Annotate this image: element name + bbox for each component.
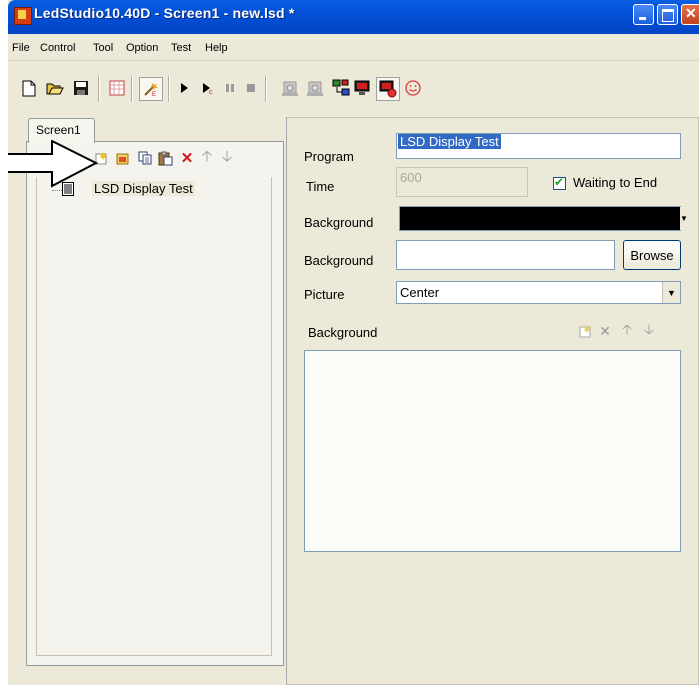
move-down-icon[interactable]: 🡣 xyxy=(219,148,235,166)
background-image-label: Background xyxy=(304,253,374,268)
copy-icon[interactable] xyxy=(137,150,153,166)
menu-option[interactable]: Option xyxy=(126,42,158,54)
smile-icon[interactable] xyxy=(404,79,422,97)
minimize-button[interactable] xyxy=(633,4,654,25)
waiting-to-end-checkbox[interactable] xyxy=(553,175,566,190)
stop-icon[interactable] xyxy=(242,79,260,97)
save-icon[interactable] xyxy=(72,79,90,97)
background-down-icon[interactable]: 🡣 xyxy=(642,321,656,338)
capture-alt-icon[interactable] xyxy=(307,79,325,97)
delete-background-icon[interactable]: ✕ xyxy=(598,323,612,339)
pointer-arrow-annotation xyxy=(8,140,99,188)
close-button[interactable] xyxy=(681,4,699,25)
new-file-icon[interactable] xyxy=(20,79,38,97)
delete-icon[interactable]: ✕ xyxy=(179,150,195,167)
program-label: Program xyxy=(304,149,354,164)
chevron-down-icon[interactable]: ▼ xyxy=(662,282,680,303)
picture-label: Picture xyxy=(304,287,345,302)
window-title: LedStudio10.40D - Screen1 - new.lsd * xyxy=(34,5,295,21)
title-bar[interactable]: LedStudio10.40D - Screen1 - new.lsd * xyxy=(8,0,699,34)
program-name-value: LSD Display Test xyxy=(398,134,501,149)
menu-bar: File Control Tool Option Test Help xyxy=(8,34,699,61)
grid-icon[interactable] xyxy=(108,79,126,97)
pause-icon[interactable] xyxy=(221,79,239,97)
step-play-icon[interactable]: c xyxy=(199,79,217,97)
open-folder-icon[interactable] xyxy=(46,79,64,97)
background-image-field[interactable] xyxy=(396,240,615,270)
waiting-to-end-label: Waiting to End xyxy=(573,175,658,190)
program-name-field[interactable]: LSD Display Test xyxy=(396,133,681,159)
background-color-label: Background xyxy=(304,215,374,230)
picture-mode-select[interactable]: Center ▼ xyxy=(396,281,681,304)
background-list[interactable] xyxy=(304,350,681,552)
screen-icon[interactable] xyxy=(354,79,372,97)
capture-icon[interactable] xyxy=(282,79,300,97)
paste-icon[interactable] xyxy=(157,150,173,166)
svg-text:E: E xyxy=(152,92,156,97)
picture-mode-value: Center xyxy=(400,285,440,300)
chevron-down-icon[interactable]: ▼ xyxy=(680,207,688,230)
edit-wand-icon[interactable]: E xyxy=(139,77,163,101)
toolbar: E c xyxy=(8,64,699,114)
tab-label: Screen1 xyxy=(36,123,81,137)
menu-help[interactable]: Help xyxy=(205,42,228,54)
background-up-icon[interactable]: 🡡 xyxy=(620,321,634,338)
background-list-label: Background xyxy=(308,325,378,340)
menu-control[interactable]: Control xyxy=(40,42,75,54)
menu-file[interactable]: File xyxy=(12,42,30,54)
new-window-icon[interactable] xyxy=(115,150,131,166)
app-window: LedStudio10.40D - Screen1 - new.lsd * Fi… xyxy=(8,0,699,685)
add-background-icon[interactable] xyxy=(578,324,592,338)
program-tree[interactable] xyxy=(36,177,272,656)
app-logo-icon xyxy=(14,7,32,25)
menu-test[interactable]: Test xyxy=(171,42,191,54)
maximize-button[interactable] xyxy=(657,4,678,25)
menu-tool[interactable]: Tool xyxy=(93,42,113,54)
network-icon[interactable] xyxy=(332,79,350,97)
time-field: 600 xyxy=(396,167,528,197)
play-icon[interactable] xyxy=(175,79,193,97)
browse-button[interactable]: Browse xyxy=(623,240,681,270)
time-label: Time xyxy=(306,179,335,194)
program-properties-panel: Program LSD Display Test Time 600 Waitin… xyxy=(286,117,699,685)
screen-send-icon[interactable] xyxy=(376,77,400,101)
tree-toolbar: ✕ 🡡 🡣 xyxy=(93,148,273,170)
background-color-picker[interactable]: ▼ xyxy=(399,206,688,231)
time-value: 600 xyxy=(400,170,422,185)
svg-text:c: c xyxy=(209,89,213,94)
move-up-icon[interactable]: 🡡 xyxy=(199,148,215,166)
